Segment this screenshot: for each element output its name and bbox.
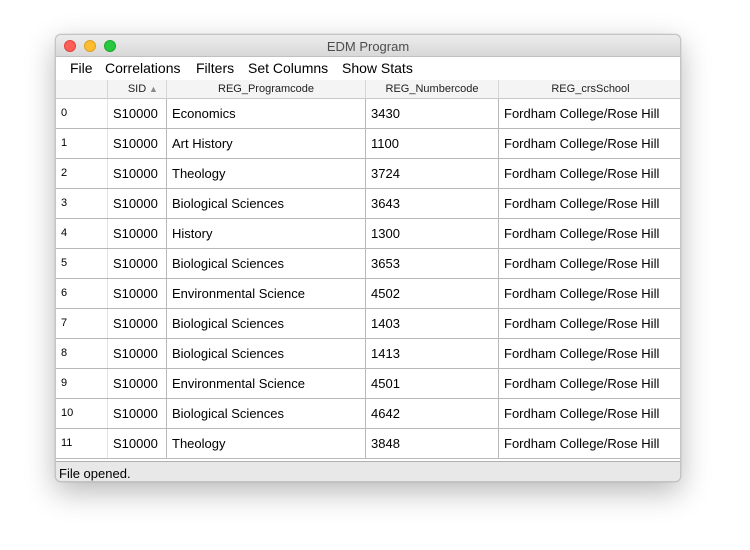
programcode-cell[interactable]: Biological Sciences bbox=[167, 309, 366, 338]
table-row[interactable]: 1 S10000 Art History 1100 Fordham College/Ro… bbox=[56, 129, 680, 159]
row-index[interactable]: 2 bbox=[56, 159, 108, 188]
sid-cell[interactable]: S10000 bbox=[108, 279, 167, 308]
row-index[interactable]: 5 bbox=[56, 249, 108, 278]
numbercode-cell[interactable]: 1403 bbox=[366, 309, 499, 338]
row-index[interactable]: 4 bbox=[56, 219, 108, 248]
sid-cell[interactable]: S10000 bbox=[108, 99, 167, 128]
numbercode-cell[interactable]: 1300 bbox=[366, 219, 499, 248]
menu-correlations[interactable]: Correlations bbox=[105, 60, 180, 76]
row-index[interactable]: 11 bbox=[56, 429, 108, 458]
programcode-cell[interactable]: Art History bbox=[167, 129, 366, 158]
numbercode-cell[interactable]: 4501 bbox=[366, 369, 499, 398]
numbercode-cell[interactable]: 3430 bbox=[366, 99, 499, 128]
row-index[interactable]: 8 bbox=[56, 339, 108, 368]
crsschool-cell[interactable]: Fordham College/Rose Hill bbox=[499, 129, 680, 158]
crsschool-cell[interactable]: Fordham College/Rose Hill bbox=[499, 339, 680, 368]
column-header-reg-programcode[interactable]: REG_Programcode bbox=[167, 80, 366, 99]
programcode-cell[interactable]: History bbox=[167, 219, 366, 248]
row-index[interactable]: 7 bbox=[56, 309, 108, 338]
programcode-cell[interactable]: Theology bbox=[167, 159, 366, 188]
column-header-index[interactable] bbox=[56, 80, 108, 99]
numbercode-cell[interactable]: 3643 bbox=[366, 189, 499, 218]
sid-cell[interactable]: S10000 bbox=[108, 309, 167, 338]
numbercode-cell[interactable]: 4502 bbox=[366, 279, 499, 308]
menu-filters[interactable]: Filters bbox=[196, 60, 234, 76]
column-header-sid-label: SID bbox=[127, 83, 147, 95]
crsschool-cell[interactable]: Fordham College/Rose Hill bbox=[499, 309, 680, 338]
sid-cell[interactable]: S10000 bbox=[108, 219, 167, 248]
programcode-cell[interactable]: Theology bbox=[167, 429, 366, 458]
crsschool-cell[interactable]: Fordham College/Rose Hill bbox=[499, 249, 680, 278]
crsschool-cell[interactable]: Fordham College/Rose Hill bbox=[499, 369, 680, 398]
table-row[interactable]: 0 S10000 Economics 3430 Fordham College/Rose… bbox=[56, 99, 680, 129]
table-row[interactable]: 6 S10000 Environmental Science 4502 Fordham … bbox=[56, 279, 680, 309]
status-text: File opened. bbox=[59, 466, 131, 481]
table-row[interactable]: 11 S10000 Theology 3848 Fordham College/Rose… bbox=[56, 429, 680, 459]
row-index[interactable]: 0 bbox=[56, 99, 108, 128]
table-row[interactable]: 9 S10000 Environmental Science 4501 Fordham … bbox=[56, 369, 680, 399]
sid-cell[interactable]: S10000 bbox=[108, 189, 167, 218]
crsschool-cell[interactable]: Fordham College/Rose Hill bbox=[499, 279, 680, 308]
row-index[interactable]: 10 bbox=[56, 399, 108, 428]
row-index[interactable]: 9 bbox=[56, 369, 108, 398]
numbercode-cell[interactable]: 1100 bbox=[366, 129, 499, 158]
menu-file[interactable]: File bbox=[70, 60, 93, 76]
programcode-cell[interactable]: Environmental Science bbox=[167, 369, 366, 398]
programcode-cell[interactable]: Biological Sciences bbox=[167, 399, 366, 428]
data-table[interactable]: SID ▲ REG_Programcode REG_Numbercode REG… bbox=[56, 80, 680, 461]
table-row[interactable]: 8 S10000 Biological Sciences 1413 Fordham Co… bbox=[56, 339, 680, 369]
sid-cell[interactable]: S10000 bbox=[108, 159, 167, 188]
sid-cell[interactable]: S10000 bbox=[108, 249, 167, 278]
table-header: SID ▲ REG_Programcode REG_Numbercode REG… bbox=[56, 80, 680, 99]
numbercode-cell[interactable]: 4642 bbox=[366, 399, 499, 428]
row-index[interactable]: 3 bbox=[56, 189, 108, 218]
sid-cell[interactable]: S10000 bbox=[108, 369, 167, 398]
menu-set-columns[interactable]: Set Columns bbox=[248, 60, 328, 76]
app-window: EDM Program File Correlations Filters Se… bbox=[55, 34, 681, 482]
window-title: EDM Program bbox=[326, 39, 410, 54]
table-row[interactable]: 4 S10000 History 1300 Fordham College/Rose H… bbox=[56, 219, 680, 249]
title-bar[interactable]: EDM Program bbox=[56, 35, 680, 57]
table-row[interactable]: 10 S10000 Biological Sciences 4642 Fordham C… bbox=[56, 399, 680, 429]
programcode-cell[interactable]: Biological Sciences bbox=[167, 189, 366, 218]
menu-bar: File Correlations Filters Set Columns Sh… bbox=[56, 57, 680, 80]
status-bar: File opened. bbox=[56, 461, 680, 481]
menu-show-stats[interactable]: Show Stats bbox=[342, 60, 413, 76]
crsschool-cell[interactable]: Fordham College/Rose Hill bbox=[499, 189, 680, 218]
numbercode-cell[interactable]: 3724 bbox=[366, 159, 499, 188]
numbercode-cell[interactable]: 1413 bbox=[366, 339, 499, 368]
column-header-sid[interactable]: SID ▲ bbox=[108, 80, 167, 99]
numbercode-cell[interactable]: 3848 bbox=[366, 429, 499, 458]
sid-cell[interactable]: S10000 bbox=[108, 429, 167, 458]
column-header-reg-numbercode[interactable]: REG_Numbercode bbox=[366, 80, 499, 99]
sid-cell[interactable]: S10000 bbox=[108, 129, 167, 158]
programcode-cell[interactable]: Biological Sciences bbox=[167, 339, 366, 368]
crsschool-cell[interactable]: Fordham College/Rose Hill bbox=[499, 219, 680, 248]
numbercode-cell[interactable]: 3653 bbox=[366, 249, 499, 278]
crsschool-cell[interactable]: Fordham College/Rose Hill bbox=[499, 159, 680, 188]
programcode-cell[interactable]: Environmental Science bbox=[167, 279, 366, 308]
programcode-cell[interactable]: Economics bbox=[167, 99, 366, 128]
table-row[interactable]: 7 S10000 Biological Sciences 1403 Fordham Co… bbox=[56, 309, 680, 339]
sid-cell[interactable]: S10000 bbox=[108, 399, 167, 428]
table-row[interactable]: 2 S10000 Theology 3724 Fordham College/Rose … bbox=[56, 159, 680, 189]
column-header-reg-crsschool[interactable]: REG_crsSchool bbox=[499, 80, 680, 99]
row-index[interactable]: 6 bbox=[56, 279, 108, 308]
table-row[interactable]: 5 S10000 Biological Sciences 3653 Fordham Co… bbox=[56, 249, 680, 279]
sid-cell[interactable]: S10000 bbox=[108, 339, 167, 368]
sort-ascending-icon: ▲ bbox=[149, 84, 158, 94]
programcode-cell[interactable]: Biological Sciences bbox=[167, 249, 366, 278]
table-row[interactable]: 3 S10000 Biological Sciences 3643 Fordham Co… bbox=[56, 189, 680, 219]
crsschool-cell[interactable]: Fordham College/Rose Hill bbox=[499, 99, 680, 128]
crsschool-cell[interactable]: Fordham College/Rose Hill bbox=[499, 429, 680, 458]
crsschool-cell[interactable]: Fordham College/Rose Hill bbox=[499, 399, 680, 428]
row-index[interactable]: 1 bbox=[56, 129, 108, 158]
